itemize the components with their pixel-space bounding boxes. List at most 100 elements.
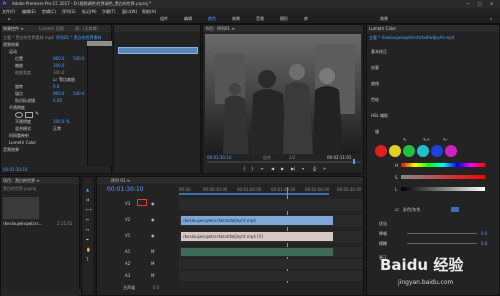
work-area-bar[interactable]	[179, 193, 329, 195]
timeline-timecode[interactable]: 00:01:30:10	[107, 186, 144, 193]
anchor-y-value[interactable]: 540.0	[73, 91, 84, 96]
mute-icon-a1[interactable]: M	[151, 249, 154, 254]
step-forward-icon[interactable]: ▶|	[291, 166, 295, 171]
go-to-in-icon[interactable]: ⇤	[261, 166, 264, 171]
menu-title[interactable]: 字幕(T)	[102, 9, 116, 14]
tab-program[interactable]: 节目：序列01 ≡	[205, 26, 235, 31]
swatch-green[interactable]	[403, 145, 415, 157]
opacity-value[interactable]: 100.0 %	[53, 119, 70, 124]
mark-in-icon[interactable]: {	[243, 166, 246, 171]
denoise-slider[interactable]	[407, 233, 477, 234]
track-v2-label[interactable]: V2	[125, 217, 130, 222]
flicker-value[interactable]: 0.00	[53, 98, 62, 103]
clip-v2[interactable]: rbesloujwlsqwtsrsfwtxbfwljbyht.mp4	[181, 216, 333, 225]
v3-toggle-highlight[interactable]	[137, 199, 147, 206]
ellipse-mask-icon[interactable]	[15, 112, 23, 118]
ec-clip-bar[interactable]	[87, 41, 112, 46]
row-motion-label[interactable]: 运动	[9, 49, 17, 54]
workspace-tab-audio[interactable]: 音频	[256, 16, 264, 21]
mark-out-icon[interactable]: }	[251, 166, 254, 171]
rect-mask-icon[interactable]	[25, 112, 33, 118]
export-frame-icon[interactable]: ⎙	[313, 166, 316, 171]
hue-slider[interactable]	[401, 163, 485, 167]
section-curves[interactable]: 曲线	[371, 81, 379, 86]
menu-file[interactable]: 文件(F)	[2, 9, 15, 14]
blur-value[interactable]: 0.0	[481, 241, 487, 246]
swatch-red[interactable]	[375, 145, 387, 157]
selection-tool-icon[interactable]: ▲	[86, 187, 89, 192]
show-mask-checkbox[interactable]: ☑	[395, 207, 399, 212]
track-a2-lane[interactable]	[179, 259, 363, 269]
program-scrubber[interactable]	[207, 161, 361, 163]
position-x-value[interactable]: 960.0	[53, 56, 64, 61]
program-fit-select[interactable]: 适合	[263, 155, 271, 160]
scale-value[interactable]: 100.0	[53, 63, 64, 68]
program-resolution-select[interactable]: 1/2	[289, 155, 295, 160]
tab-lumetri-scopes[interactable]: Lumetri 范围	[39, 26, 64, 31]
tab-sequence[interactable]: 序列 01 ≡	[111, 178, 130, 183]
workspace-tab-assembly[interactable]: 组件	[160, 16, 168, 21]
anchor-x-value[interactable]: 960.0	[53, 91, 64, 96]
menu-help[interactable]: 帮助(H)	[142, 9, 156, 14]
eye-icon-v1[interactable]: ◉	[151, 233, 155, 238]
menu-clip[interactable]: 剪辑(C)	[42, 9, 56, 14]
uniform-scale-checkbox[interactable]: ☑	[53, 77, 57, 82]
rotation-value[interactable]: 0.0	[53, 84, 59, 89]
pen-mask-icon[interactable]: ✎	[35, 111, 39, 117]
tab-source[interactable]: 源：(无剪辑)	[75, 26, 98, 31]
section-hsl[interactable]: HSL 辅助	[371, 113, 388, 118]
slip-tool-icon[interactable]: ↔	[86, 227, 89, 232]
position-y-value[interactable]: 540.0	[73, 56, 84, 61]
eyedropper-remove-icon[interactable]: ✎-	[443, 137, 448, 142]
mute-icon-a2[interactable]: M	[151, 261, 154, 266]
clip-v1[interactable]: rbesloujwlsqwtsrsfwtxbfwljbyht.mp4 [V]	[181, 232, 333, 241]
minimize-button[interactable]: —	[466, 1, 470, 6]
audio-clip-a1[interactable]	[181, 248, 333, 256]
menu-edit[interactable]: 编辑(E)	[22, 9, 36, 14]
swatch-blue[interactable]	[431, 145, 443, 157]
denoise-value[interactable]: 0.0	[481, 231, 487, 236]
project-thumbnail[interactable]	[3, 197, 39, 219]
saturation-slider[interactable]	[401, 175, 485, 179]
master-track-value[interactable]: 0.0	[153, 285, 159, 290]
track-v1-label[interactable]: V1	[125, 233, 130, 238]
workspace-tab-libraries[interactable]: 库	[304, 16, 308, 21]
ec-timecode[interactable]: 00:01:30:10	[3, 167, 27, 172]
track-a2-label[interactable]: A2	[125, 261, 130, 266]
row-opacity-group-label[interactable]: 不透明度	[9, 105, 25, 110]
mute-icon-a3[interactable]: M	[151, 273, 154, 278]
keyframe-area[interactable]	[87, 41, 113, 166]
row-time-remap-label[interactable]: 时间重映射	[9, 133, 29, 138]
menu-window[interactable]: 窗口(W)	[122, 9, 137, 14]
track-a3-label[interactable]: A3	[125, 273, 130, 278]
play-icon[interactable]: ▶	[281, 166, 284, 171]
source-clip-item[interactable]	[118, 47, 198, 54]
go-to-out-icon[interactable]: ⇥	[301, 166, 304, 171]
eyedropper-icon[interactable]: ✎	[403, 137, 406, 142]
lumetri-title[interactable]: Lumetri Color	[369, 26, 396, 31]
hand-tool-icon[interactable]: ✋	[86, 247, 91, 252]
row-lumetri-label[interactable]: Lumetri Color	[9, 140, 36, 145]
eye-icon-v2[interactable]: ◉	[151, 217, 155, 222]
workspace-tab-graphics[interactable]: 图形	[280, 16, 288, 21]
show-mask-toggle[interactable]	[451, 207, 459, 212]
track-a3-lane[interactable]	[179, 271, 363, 281]
menu-marker[interactable]: 标记(M)	[82, 9, 97, 14]
ripple-edit-tool-icon[interactable]: ⟷	[86, 207, 92, 212]
program-timecode-current[interactable]: 00:01:30:10	[207, 155, 231, 160]
eyedropper-add-icon[interactable]: ✎+	[423, 137, 430, 142]
razor-tool-icon[interactable]: ✂	[86, 217, 89, 222]
blend-mode-select[interactable]: 正常	[53, 126, 61, 131]
section-basic[interactable]: 基本校正	[371, 49, 387, 54]
section-creative[interactable]: 创意	[371, 65, 379, 70]
swatch-cyan[interactable]	[417, 145, 429, 157]
timeline-ruler[interactable]: 00:00 00:00:30:00 00:01:00:00 00:01:30:0…	[179, 187, 363, 197]
section-color-wheels[interactable]: 色轮	[371, 97, 379, 102]
workspace-tab-color[interactable]: 颜色	[208, 16, 216, 21]
sequence-label[interactable]: 序列01 * 黑白的世界素材	[56, 35, 102, 40]
blur-slider[interactable]	[407, 243, 477, 244]
workspace-tab-effects[interactable]: 效果	[232, 16, 240, 21]
luminance-slider[interactable]	[401, 187, 485, 191]
project-item-name[interactable]: rbesloujwlsqwtsrs...	[3, 221, 42, 226]
lumetri-clip-label[interactable]: 主要 * rbesloujwlsqwtsrsfwtxbfwljbyht.mp4	[369, 35, 454, 40]
